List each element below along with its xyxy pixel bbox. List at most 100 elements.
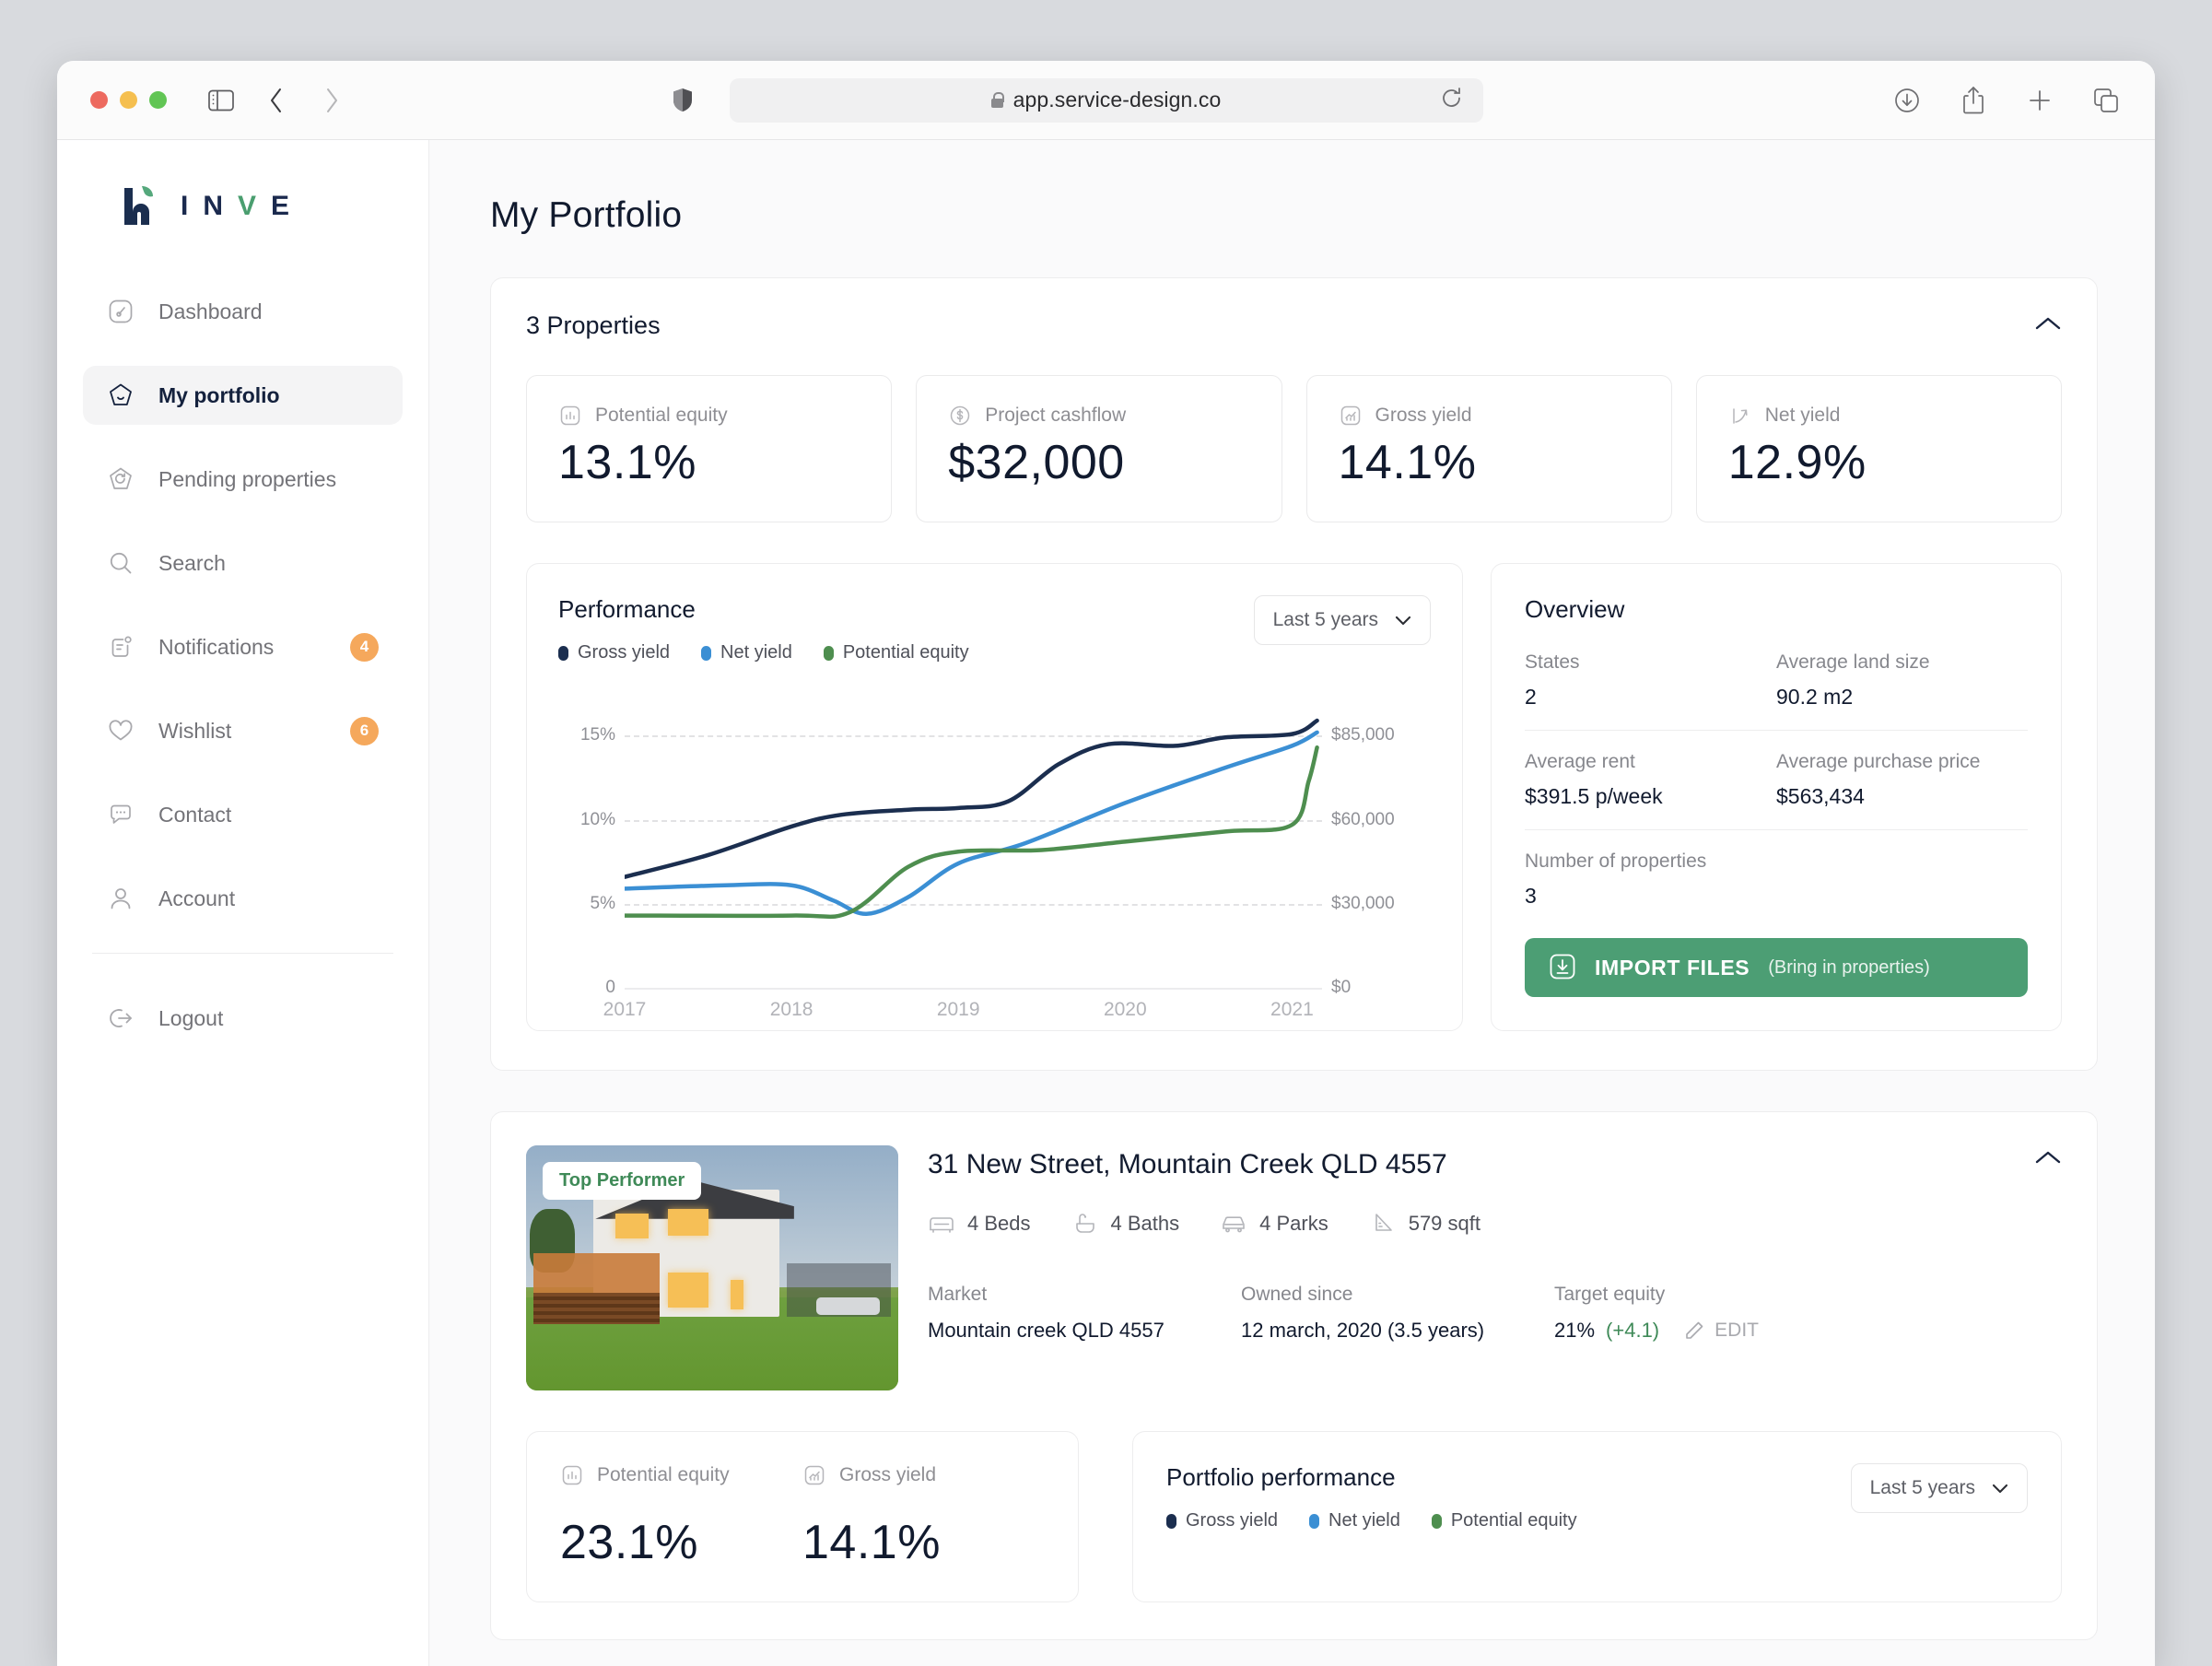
overview-value: 90.2 m2 xyxy=(1776,685,1854,709)
portfolio-chart-legend: Gross yield Net yield Potential equity xyxy=(1166,1510,1577,1531)
legend-item-potential-equity: Potential equity xyxy=(823,642,969,663)
notifications-badge: 4 xyxy=(350,632,379,662)
forward-chevron-icon[interactable] xyxy=(316,85,347,116)
sidebar-label: Logout xyxy=(158,1005,224,1030)
sidebar-item-pending-properties[interactable]: Pending properties xyxy=(83,450,403,509)
y-axis-left-tick: 15% xyxy=(579,725,615,745)
sidebar-item-contact[interactable]: Contact xyxy=(83,785,403,844)
legend-swatch xyxy=(1166,1513,1176,1529)
address-bar[interactable]: app.service-design.co xyxy=(729,77,1483,123)
feature-label: 579 sqft xyxy=(1408,1212,1481,1235)
browser-window: app.service-design.co I N V E Dashboard … xyxy=(57,61,2155,1666)
pencil-icon xyxy=(1686,1321,1703,1339)
kpi-value: 13.1% xyxy=(558,436,696,489)
overview-key: Average land size xyxy=(1776,651,1930,673)
tab-overview-icon[interactable] xyxy=(2090,85,2122,116)
performance-header: Performance Gross yield Net yield Potent… xyxy=(558,595,1431,663)
collapse-property-button[interactable] xyxy=(2034,1149,2062,1170)
back-chevron-icon[interactable] xyxy=(261,85,292,116)
minimize-window-button[interactable] xyxy=(120,91,137,109)
import-files-button[interactable]: IMPORT FILES (Bring in properties) xyxy=(1525,938,2028,997)
close-window-button[interactable] xyxy=(90,91,108,109)
legend-item-net-yield: Net yield xyxy=(1309,1510,1400,1531)
trend-up-icon xyxy=(802,1463,826,1487)
chart-series-group xyxy=(625,718,1319,920)
kpi-value: $32,000 xyxy=(948,436,1125,489)
property-address: 31 New Street, Mountain Creek QLD 4557 xyxy=(928,1149,1447,1179)
collapse-properties-button[interactable] xyxy=(2034,315,2062,336)
import-files-sublabel: (Bring in properties) xyxy=(1768,956,1930,978)
lock-icon xyxy=(990,92,1005,108)
x-axis-tick: 2020 xyxy=(1103,999,1147,1020)
property-kpi-gross-yield: Gross yield 14.1% xyxy=(802,1463,1045,1570)
plus-icon[interactable] xyxy=(2024,85,2055,116)
kpi-label: Gross yield xyxy=(839,1464,937,1485)
dollar-circle-icon xyxy=(948,404,972,428)
downloads-icon[interactable] xyxy=(1891,85,1923,116)
chart-y-axis-right: $0 $30,000 $60,000 $85,000 xyxy=(1331,702,1431,997)
target-equity-delta: (+4.1) xyxy=(1606,1319,1660,1342)
y-axis-right-tick: $0 xyxy=(1331,978,1352,997)
range-label: Last 5 years xyxy=(1869,1477,1975,1498)
sidebar-item-notifications[interactable]: Notifications 4 xyxy=(83,617,403,676)
notification-icon xyxy=(107,633,135,661)
share-icon[interactable] xyxy=(1958,85,1989,116)
car-icon xyxy=(1220,1210,1247,1238)
feature-baths: 4 Baths xyxy=(1071,1210,1179,1238)
maximize-window-button[interactable] xyxy=(149,91,167,109)
legend-label: Net yield xyxy=(1328,1510,1400,1531)
address-bar-container: app.service-design.co xyxy=(673,77,1483,123)
y-axis-left-tick: 0 xyxy=(605,978,615,997)
sidebar-item-account[interactable]: Account xyxy=(83,869,403,928)
properties-summary-card: 3 Properties Potential equity 13.1% Proj… xyxy=(490,277,2098,1071)
overview-key: Average rent xyxy=(1525,751,1635,772)
kpi-gross-yield: Gross yield 14.1% xyxy=(1305,375,1672,522)
legend-item-potential-equity: Potential equity xyxy=(1431,1510,1577,1531)
arrow-growth-icon xyxy=(1728,404,1752,428)
property-card: Top Performer 31 New Street, Mountain Cr… xyxy=(490,1111,2098,1640)
sidebar-item-logout[interactable]: Logout xyxy=(83,989,403,1048)
logo-wordmark: I N V E xyxy=(181,191,292,222)
sidebar-label: Dashboard xyxy=(158,299,263,323)
edit-label: EDIT xyxy=(1715,1320,1759,1341)
performance-range-select[interactable]: Last 5 years xyxy=(1253,595,1431,645)
pending-refresh-icon xyxy=(107,465,135,493)
kpi-label: Net yield xyxy=(1764,405,1841,426)
kpi-label-group: Gross yield xyxy=(802,1463,1045,1487)
bath-icon xyxy=(1071,1210,1099,1238)
overview-key: Number of properties xyxy=(1525,851,1707,872)
property-photo[interactable]: Top Performer xyxy=(526,1145,898,1390)
meta-value-group: 21% (+4.1) EDIT xyxy=(1554,1319,1867,1343)
sidebar-item-wishlist[interactable]: Wishlist 6 xyxy=(83,701,403,760)
kpi-value: 23.1% xyxy=(560,1516,698,1569)
portfolio-range-select[interactable]: Last 5 years xyxy=(1850,1463,2028,1513)
y-axis-left-tick: 10% xyxy=(579,809,615,829)
sidebar-item-my-portfolio[interactable]: My portfolio xyxy=(83,366,403,425)
sidebar-label: Notifications xyxy=(158,634,275,659)
top-performer-badge: Top Performer xyxy=(543,1162,702,1200)
browser-toolbar: app.service-design.co xyxy=(57,61,2155,140)
sidebar-item-search[interactable]: Search xyxy=(83,534,403,592)
reload-icon[interactable] xyxy=(1441,86,1463,114)
kpi-label: Gross yield xyxy=(1375,405,1472,426)
sidebar-divider xyxy=(92,953,393,954)
y-axis-right-tick: $30,000 xyxy=(1331,893,1395,913)
overview-cell-average-purchase-price: Average purchase price $563,434 xyxy=(1776,751,2028,830)
property-header: 31 New Street, Mountain Creek QLD 4557 xyxy=(928,1149,2062,1180)
dashboard-icon xyxy=(107,298,135,325)
shield-icon[interactable] xyxy=(667,85,698,116)
feature-parks: 4 Parks xyxy=(1220,1210,1328,1238)
photo-window xyxy=(731,1280,744,1310)
sidebar-toggle-icon[interactable] xyxy=(205,85,237,116)
sidebar-item-dashboard[interactable]: Dashboard xyxy=(83,282,403,341)
y-axis-left-tick: 5% xyxy=(590,893,615,913)
overview-grid: States 2 Average land size 90.2 m2 Avera… xyxy=(1525,651,2028,909)
overview-cell-average-land-size: Average land size 90.2 m2 xyxy=(1776,651,2028,731)
property-features: 4 Beds 4 Baths 4 Parks 579 sqft xyxy=(928,1210,2062,1238)
download-box-icon xyxy=(1549,953,1576,983)
chart-plot-area xyxy=(625,702,1322,990)
search-icon xyxy=(107,549,135,577)
import-files-label: IMPORT FILES xyxy=(1595,955,1750,980)
kpi-potential-equity: Potential equity 13.1% xyxy=(526,375,893,522)
edit-target-equity-button[interactable]: EDIT xyxy=(1683,1320,1759,1342)
